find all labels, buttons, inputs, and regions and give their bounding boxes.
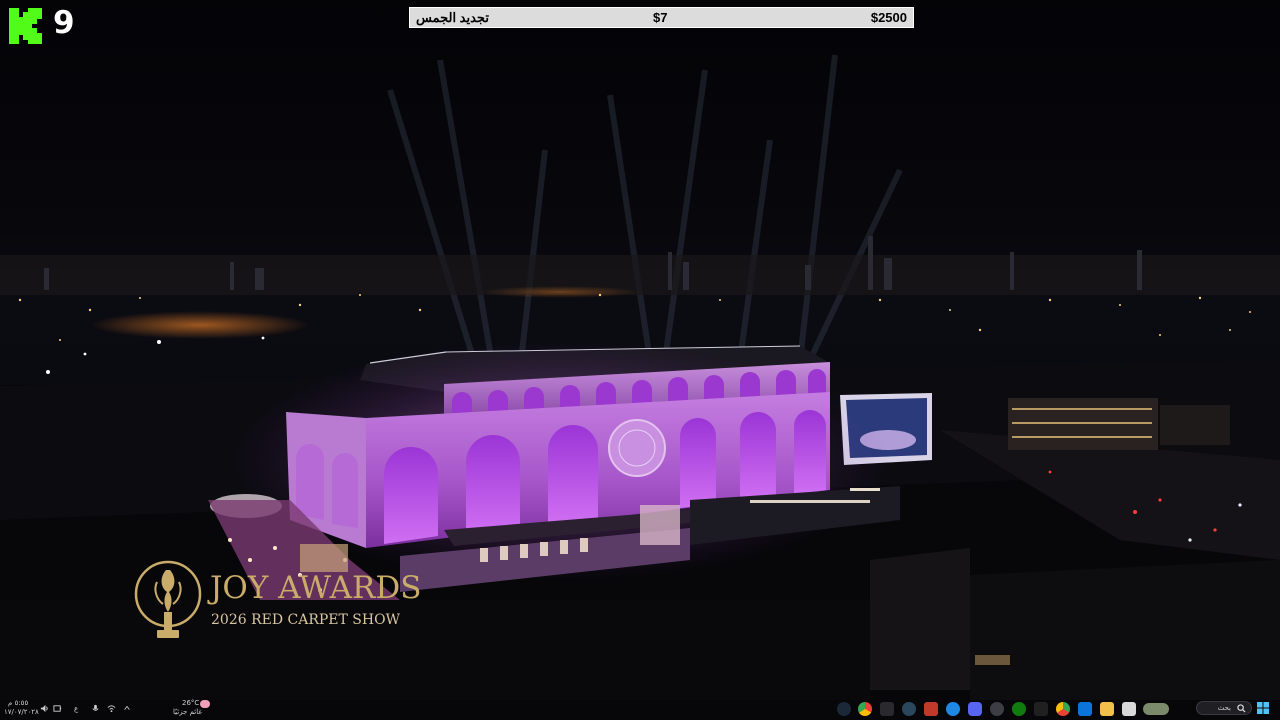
file-explorer-icon[interactable] (1100, 702, 1114, 716)
steam-client-icon[interactable] (902, 702, 916, 716)
viewer-count: 9 (53, 5, 75, 41)
microphone-icon[interactable] (91, 704, 100, 713)
clock-date: ١٧/٠٧/٢٠٢٨ (4, 708, 39, 716)
clock-time: ٥:٥٥ م (8, 699, 29, 707)
chevron-up-icon[interactable] (123, 704, 131, 712)
news-widget-icon[interactable] (1143, 703, 1169, 715)
battery-icon[interactable] (53, 704, 62, 713)
goal-target-amount: $2500 (870, 10, 907, 25)
steam-icon[interactable] (837, 702, 851, 716)
clock-area[interactable]: ٥:٥٥ م ١٧/٠٧/٢٠٢٨ (4, 697, 39, 719)
award-show-title: JOY AWARDS (210, 570, 422, 606)
notepad-icon[interactable] (1122, 702, 1136, 716)
search-light-beams (387, 54, 903, 381)
volume-icon[interactable] (40, 704, 49, 713)
chrome-icon[interactable] (858, 702, 872, 716)
donation-goal-bar: تجديد الجمس $7 $2500 (409, 7, 914, 28)
discord-icon[interactable] (968, 702, 982, 716)
media-app-icon[interactable] (924, 702, 938, 716)
chrome-pinned-icon[interactable] (1056, 702, 1070, 716)
weather-description: غائم جزئيًا (173, 708, 203, 716)
wifi-icon[interactable] (107, 704, 116, 713)
xbox-icon[interactable] (1012, 702, 1026, 716)
goal-current-amount: $7 (653, 10, 668, 25)
windows-start-icon[interactable] (1257, 702, 1269, 714)
award-trophy-icon (134, 560, 202, 638)
stream-viewport: 9 تجديد الجمس $7 $2500 JOY AWARDS 2026 R… (0, 0, 1280, 720)
weather-cloud-icon (200, 700, 210, 708)
store-icon[interactable] (1078, 702, 1092, 716)
input-language-indicator[interactable]: ع (74, 705, 78, 714)
weather-widget[interactable]: 26°C غائم جزئيًا (170, 697, 214, 719)
kick-logo-icon (9, 8, 42, 44)
taskbar-search-box[interactable]: بحث (1196, 701, 1252, 715)
browser-icon[interactable] (990, 702, 1004, 716)
search-icon (1237, 704, 1246, 713)
pin-app-icon[interactable] (880, 702, 894, 716)
edge-icon[interactable] (946, 702, 960, 716)
goal-label: تجديد الجمس (416, 10, 489, 25)
search-placeholder: بحث (1217, 704, 1231, 712)
award-show-subtitle: 2026 RED CARPET SHOW (211, 612, 400, 628)
weather-temperature: 26°C (182, 699, 200, 707)
epic-games-icon[interactable] (1034, 702, 1048, 716)
